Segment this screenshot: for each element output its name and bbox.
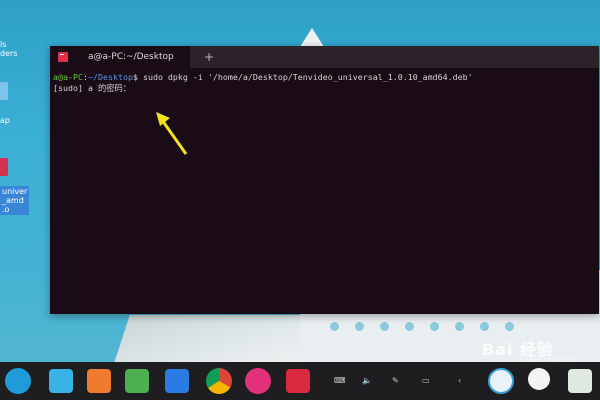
terminal-window[interactable]: a@a-PC:~/Desktop + a@a-PC:~/Desktop$ sud… <box>50 46 599 314</box>
deb-package-icon <box>0 158 8 176</box>
terminal-icon <box>58 52 68 62</box>
desktop-item-label: ap <box>0 116 10 125</box>
command-text: sudo dpkg -i '/home/a/Desktop/Tenvideo_u… <box>142 72 473 82</box>
terminal-tab[interactable]: a@a-PC:~/Desktop <box>50 46 190 68</box>
terminal-titlebar[interactable]: a@a-PC:~/Desktop + <box>50 46 599 68</box>
prompt-path: ~/Desktop <box>87 72 133 82</box>
video-player-icon[interactable] <box>165 369 189 393</box>
terminal-output[interactable]: a@a-PC:~/Desktop$ sudo dpkg -i '/home/a/… <box>50 68 599 94</box>
launcher-icon[interactable] <box>5 368 31 394</box>
prompt-user: a@a-PC <box>53 72 83 82</box>
battery-icon[interactable]: ▭ <box>422 376 430 385</box>
brush-icon[interactable]: ✎ <box>392 376 399 385</box>
add-tab-button[interactable]: + <box>202 50 216 64</box>
chrome-icon[interactable] <box>206 368 232 394</box>
volume-icon[interactable]: 🔈 <box>362 376 372 385</box>
folder-icon <box>0 82 8 100</box>
terminal-icon[interactable] <box>286 369 310 393</box>
trash-icon[interactable] <box>568 369 592 393</box>
power-icon[interactable] <box>488 368 514 394</box>
sudo-password-prompt: [sudo] a 的密码： <box>53 83 132 93</box>
annotation-arrow-icon <box>156 112 188 155</box>
taskbar: ⌨ 🔈 ✎ ▭ ‹ <box>0 362 600 400</box>
expand-tray-icon[interactable]: ‹ <box>458 376 461 385</box>
music-icon[interactable] <box>125 369 149 393</box>
keyboard-icon[interactable]: ⌨ <box>334 376 346 385</box>
archive-manager-icon[interactable] <box>87 369 111 393</box>
terminal-tab-title: a@a-PC:~/Desktop <box>88 52 174 62</box>
clock-icon[interactable] <box>528 368 550 390</box>
desktop-item-label: univer _amd .o <box>0 186 30 215</box>
desktop-item-label: ls ders <box>0 40 18 58</box>
settings-icon[interactable] <box>245 368 271 394</box>
app-store-icon[interactable] <box>49 369 73 393</box>
prompt-end: $ <box>132 72 143 82</box>
